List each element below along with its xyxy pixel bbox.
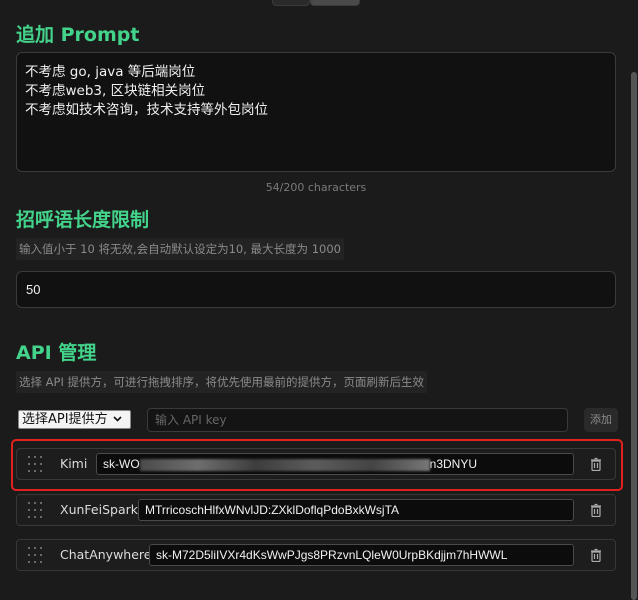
provider-row-xunfeispark[interactable]: XunFeiSpark MTrricoschHlfxWNvlJD:ZXklDof… [16,494,616,526]
scrollbar-thumb[interactable] [631,72,637,600]
trash-icon[interactable] [589,503,603,517]
highlight-box [11,439,623,491]
api-section-title: API 管理 [16,342,97,364]
drag-handle-icon[interactable] [28,547,42,563]
greeting-hint: 输入值小于 10 将无效,会自动默认设定为10, 最大长度为 1000 [16,238,344,260]
prompt-textarea[interactable]: 不考虑 go, java 等后端岗位 不考虑web3, 区块链相关岗位 不考虑如… [16,52,616,172]
provider-select-label: 选择API提供方 [22,412,108,427]
top-tab-active[interactable] [310,0,360,6]
trash-icon[interactable] [589,548,603,562]
provider-row-chatanywhere[interactable]: ChatAnywhere sk-M72D5liIVXr4dKsWwPJgs8PR… [16,539,616,571]
greeting-section-title: 招呼语长度限制 [16,209,150,231]
api-key-input[interactable]: 输入 API key [147,408,568,432]
chevron-down-icon [113,411,122,428]
top-tabs [272,0,360,6]
add-provider-button[interactable]: 添加 [584,408,618,432]
provider-select[interactable]: 选择API提供方 [18,410,131,429]
provider-name: XunFeiSpark [60,502,138,517]
greeting-length-input[interactable]: 50 [16,271,616,308]
top-tab[interactable] [272,0,310,6]
provider-key-field[interactable]: sk-M72D5liIVXr4dKsWwPJgs8PRzvnLQleW0UrpB… [149,544,574,566]
prompt-char-count: 54/200 characters [265,181,367,194]
drag-handle-icon[interactable] [28,502,42,518]
prompt-section-title: 追加 Prompt [16,24,140,46]
provider-name: ChatAnywhere [60,547,152,562]
api-hint: 选择 API 提供方，可进行拖拽排序，将优先使用最前的提供方，页面刷新后生效 [16,371,428,393]
provider-key-field[interactable]: MTrricoschHlfxWNvlJD:ZXklDoflqPdoBxkWsjT… [138,499,574,521]
